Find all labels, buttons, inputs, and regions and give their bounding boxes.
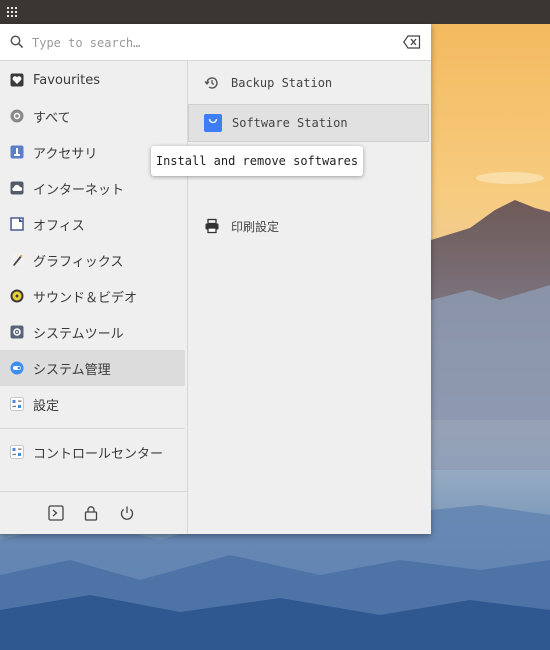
category-label: すべて <box>33 110 71 126</box>
application-menu: Favourites すべて アクセサリ インターネット オフィス <box>0 24 431 534</box>
heart-icon <box>10 73 24 87</box>
terminal-icon[interactable] <box>47 504 65 522</box>
category-graphics[interactable]: グラフィックス <box>0 242 185 278</box>
session-buttons <box>0 491 187 535</box>
control-center-icon <box>10 445 24 459</box>
category-label: サウンド＆ビデオ <box>33 290 138 306</box>
category-control-center[interactable]: コントロールセンター <box>0 434 185 470</box>
app-list: Backup Station Software Station 印刷設定 <box>188 61 431 534</box>
power-icon[interactable] <box>118 504 136 522</box>
category-label: インターネット <box>33 182 125 198</box>
office-icon <box>10 217 24 231</box>
category-label: グラフィックス <box>33 254 124 270</box>
app-label: Software Station <box>232 116 348 130</box>
category-system-admin[interactable]: システム管理 <box>0 350 185 386</box>
app-label: 印刷設定 <box>231 219 280 234</box>
all-apps-icon <box>10 109 24 123</box>
top-panel <box>0 0 550 24</box>
lock-icon[interactable] <box>82 504 100 522</box>
internet-cloud-icon <box>10 181 24 195</box>
category-label: Favourites <box>33 72 100 88</box>
category-label: オフィス <box>33 218 85 234</box>
app-grid-icon[interactable] <box>0 0 24 24</box>
clear-search-icon[interactable] <box>403 35 421 49</box>
settings-icon <box>10 397 24 411</box>
sound-video-icon <box>10 289 24 303</box>
category-settings[interactable]: 設定 <box>0 386 185 422</box>
search-icon <box>10 35 24 49</box>
system-admin-icon <box>10 361 24 375</box>
category-label: アクセサリ <box>33 146 98 162</box>
printer-icon <box>202 216 222 236</box>
graphics-icon <box>10 253 24 267</box>
category-label: コントロールセンター <box>33 446 164 462</box>
app-software-station[interactable]: Software Station <box>188 104 429 142</box>
category-sound-video[interactable]: サウンド＆ビデオ <box>0 278 185 314</box>
divider <box>0 428 185 429</box>
backup-history-icon <box>202 73 222 93</box>
accessories-icon <box>10 145 24 159</box>
category-label: システム管理 <box>33 362 111 378</box>
category-label: 設定 <box>33 398 60 414</box>
tooltip: Install and remove softwares <box>151 146 363 176</box>
search-input[interactable] <box>30 32 394 54</box>
search-bar <box>0 24 431 61</box>
software-bag-icon <box>203 113 223 133</box>
category-system-tools[interactable]: システムツール <box>0 314 185 350</box>
category-all[interactable]: すべて <box>0 98 185 134</box>
category-label: システムツール <box>33 326 124 342</box>
system-tools-icon <box>10 325 24 339</box>
app-label: Backup Station <box>231 76 333 90</box>
category-favourites[interactable]: Favourites <box>0 62 185 98</box>
app-print-settings[interactable]: 印刷設定 <box>188 207 429 245</box>
app-backup-station[interactable]: Backup Station <box>188 64 429 102</box>
category-office[interactable]: オフィス <box>0 206 185 242</box>
category-list: Favourites すべて アクセサリ インターネット オフィス グラフィック… <box>0 61 188 534</box>
